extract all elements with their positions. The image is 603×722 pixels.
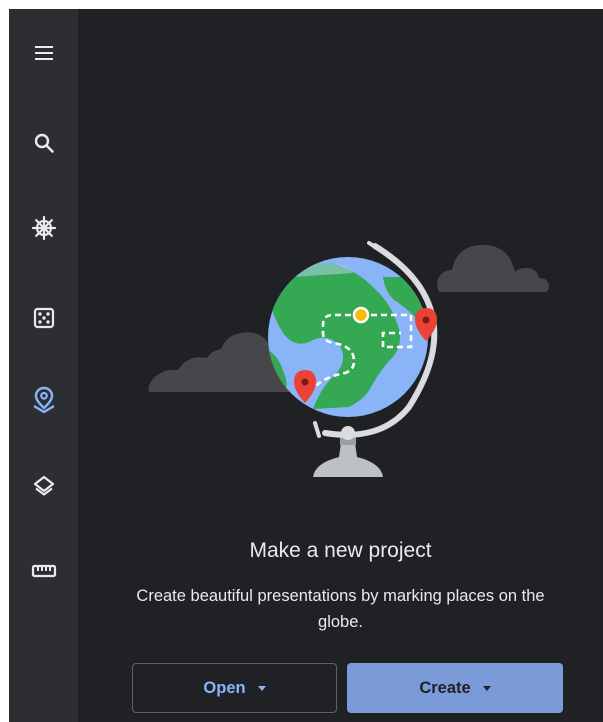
screenshot-frame: Make a new project Create beautiful pres… xyxy=(0,0,603,722)
page-title: Make a new project xyxy=(249,539,432,562)
search-icon xyxy=(34,133,54,153)
globe-illustration xyxy=(148,241,549,477)
earth-app: Make a new project Create beautiful pres… xyxy=(9,9,603,722)
create-button[interactable]: Create xyxy=(347,663,563,713)
measure-button[interactable] xyxy=(9,543,78,599)
create-button-label: Create xyxy=(419,678,471,697)
globe-stand-base xyxy=(313,443,383,477)
menu-button[interactable] xyxy=(9,25,78,81)
projects-button[interactable] xyxy=(9,371,78,427)
search-button[interactable] xyxy=(9,115,78,171)
open-button-label: Open xyxy=(203,678,246,697)
projects-icon xyxy=(32,386,55,413)
voyager-button[interactable] xyxy=(9,200,78,256)
feeling-lucky-icon xyxy=(33,307,54,329)
measure-icon xyxy=(31,564,56,578)
start-point xyxy=(352,306,370,324)
voyager-icon xyxy=(31,215,56,241)
caret-down-icon xyxy=(257,685,266,691)
caret-down-icon xyxy=(482,685,491,691)
open-button[interactable]: Open xyxy=(132,663,337,713)
cloud-right xyxy=(437,245,549,292)
page-subtitle: Create beautiful presentations by markin… xyxy=(136,587,545,631)
feeling-lucky-button[interactable] xyxy=(9,290,78,346)
menu-icon xyxy=(34,46,53,60)
main-panel: Make a new project Create beautiful pres… xyxy=(78,9,603,722)
map-style-button[interactable] xyxy=(9,458,78,514)
map-style-icon xyxy=(33,475,54,496)
nav-rail xyxy=(9,9,78,722)
